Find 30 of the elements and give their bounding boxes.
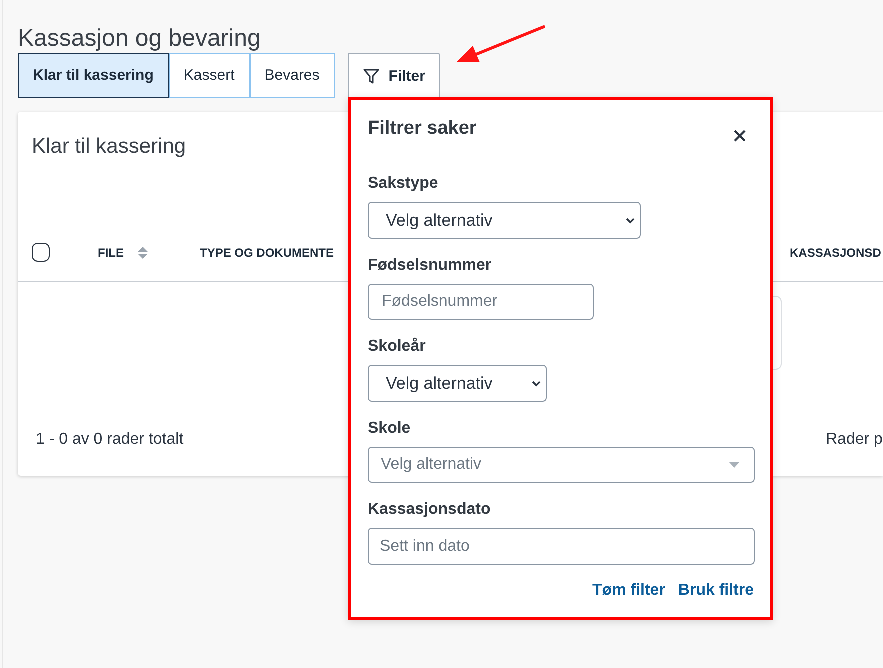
funnel-icon xyxy=(362,68,380,84)
rows-per-page-label: Rader p xyxy=(826,431,883,449)
tab[interactable]: Bevares xyxy=(250,53,335,98)
date-input[interactable]: Sett inn dato xyxy=(368,528,755,565)
caret-down-icon xyxy=(729,462,740,468)
select-field[interactable]: Velg alternativ xyxy=(368,365,547,402)
select-all-checkbox[interactable] xyxy=(32,243,50,262)
clear-filter-link[interactable]: Tøm filter xyxy=(592,581,666,601)
popup-title: Filtrer saker xyxy=(368,118,477,140)
field-label: Kassasjonsdato xyxy=(368,500,491,520)
page-title: Kassasjon og bevaring xyxy=(18,24,261,53)
close-icon xyxy=(734,130,746,142)
field-label: Fødselsnummer xyxy=(368,256,492,276)
field-label: Skole xyxy=(368,419,411,439)
chevron-down-icon xyxy=(532,380,541,386)
select-field[interactable]: Velg alternativ xyxy=(368,202,641,239)
card-title: Klar til kassering xyxy=(32,134,186,160)
chevron-down-icon xyxy=(626,218,635,224)
field-label: Skoleår xyxy=(368,337,426,357)
tab[interactable]: Klar til kassering xyxy=(18,53,169,98)
combobox-field[interactable]: Velg alternativ xyxy=(368,447,755,483)
text-input[interactable]: Fødselsnummer xyxy=(368,284,594,320)
tab[interactable]: Kassert xyxy=(168,53,250,98)
filter-button[interactable]: Filter xyxy=(348,53,440,98)
column-header: KASSASJONSD xyxy=(790,246,882,260)
row-count-summary: 1 - 0 av 0 rader totalt xyxy=(36,431,184,449)
column-header: TYPE OG DOKUMENTE xyxy=(200,246,334,260)
field-label: Sakstype xyxy=(368,174,438,194)
column-header: FILE xyxy=(98,246,124,260)
apply-filters-link[interactable]: Bruk filtre xyxy=(678,581,754,601)
